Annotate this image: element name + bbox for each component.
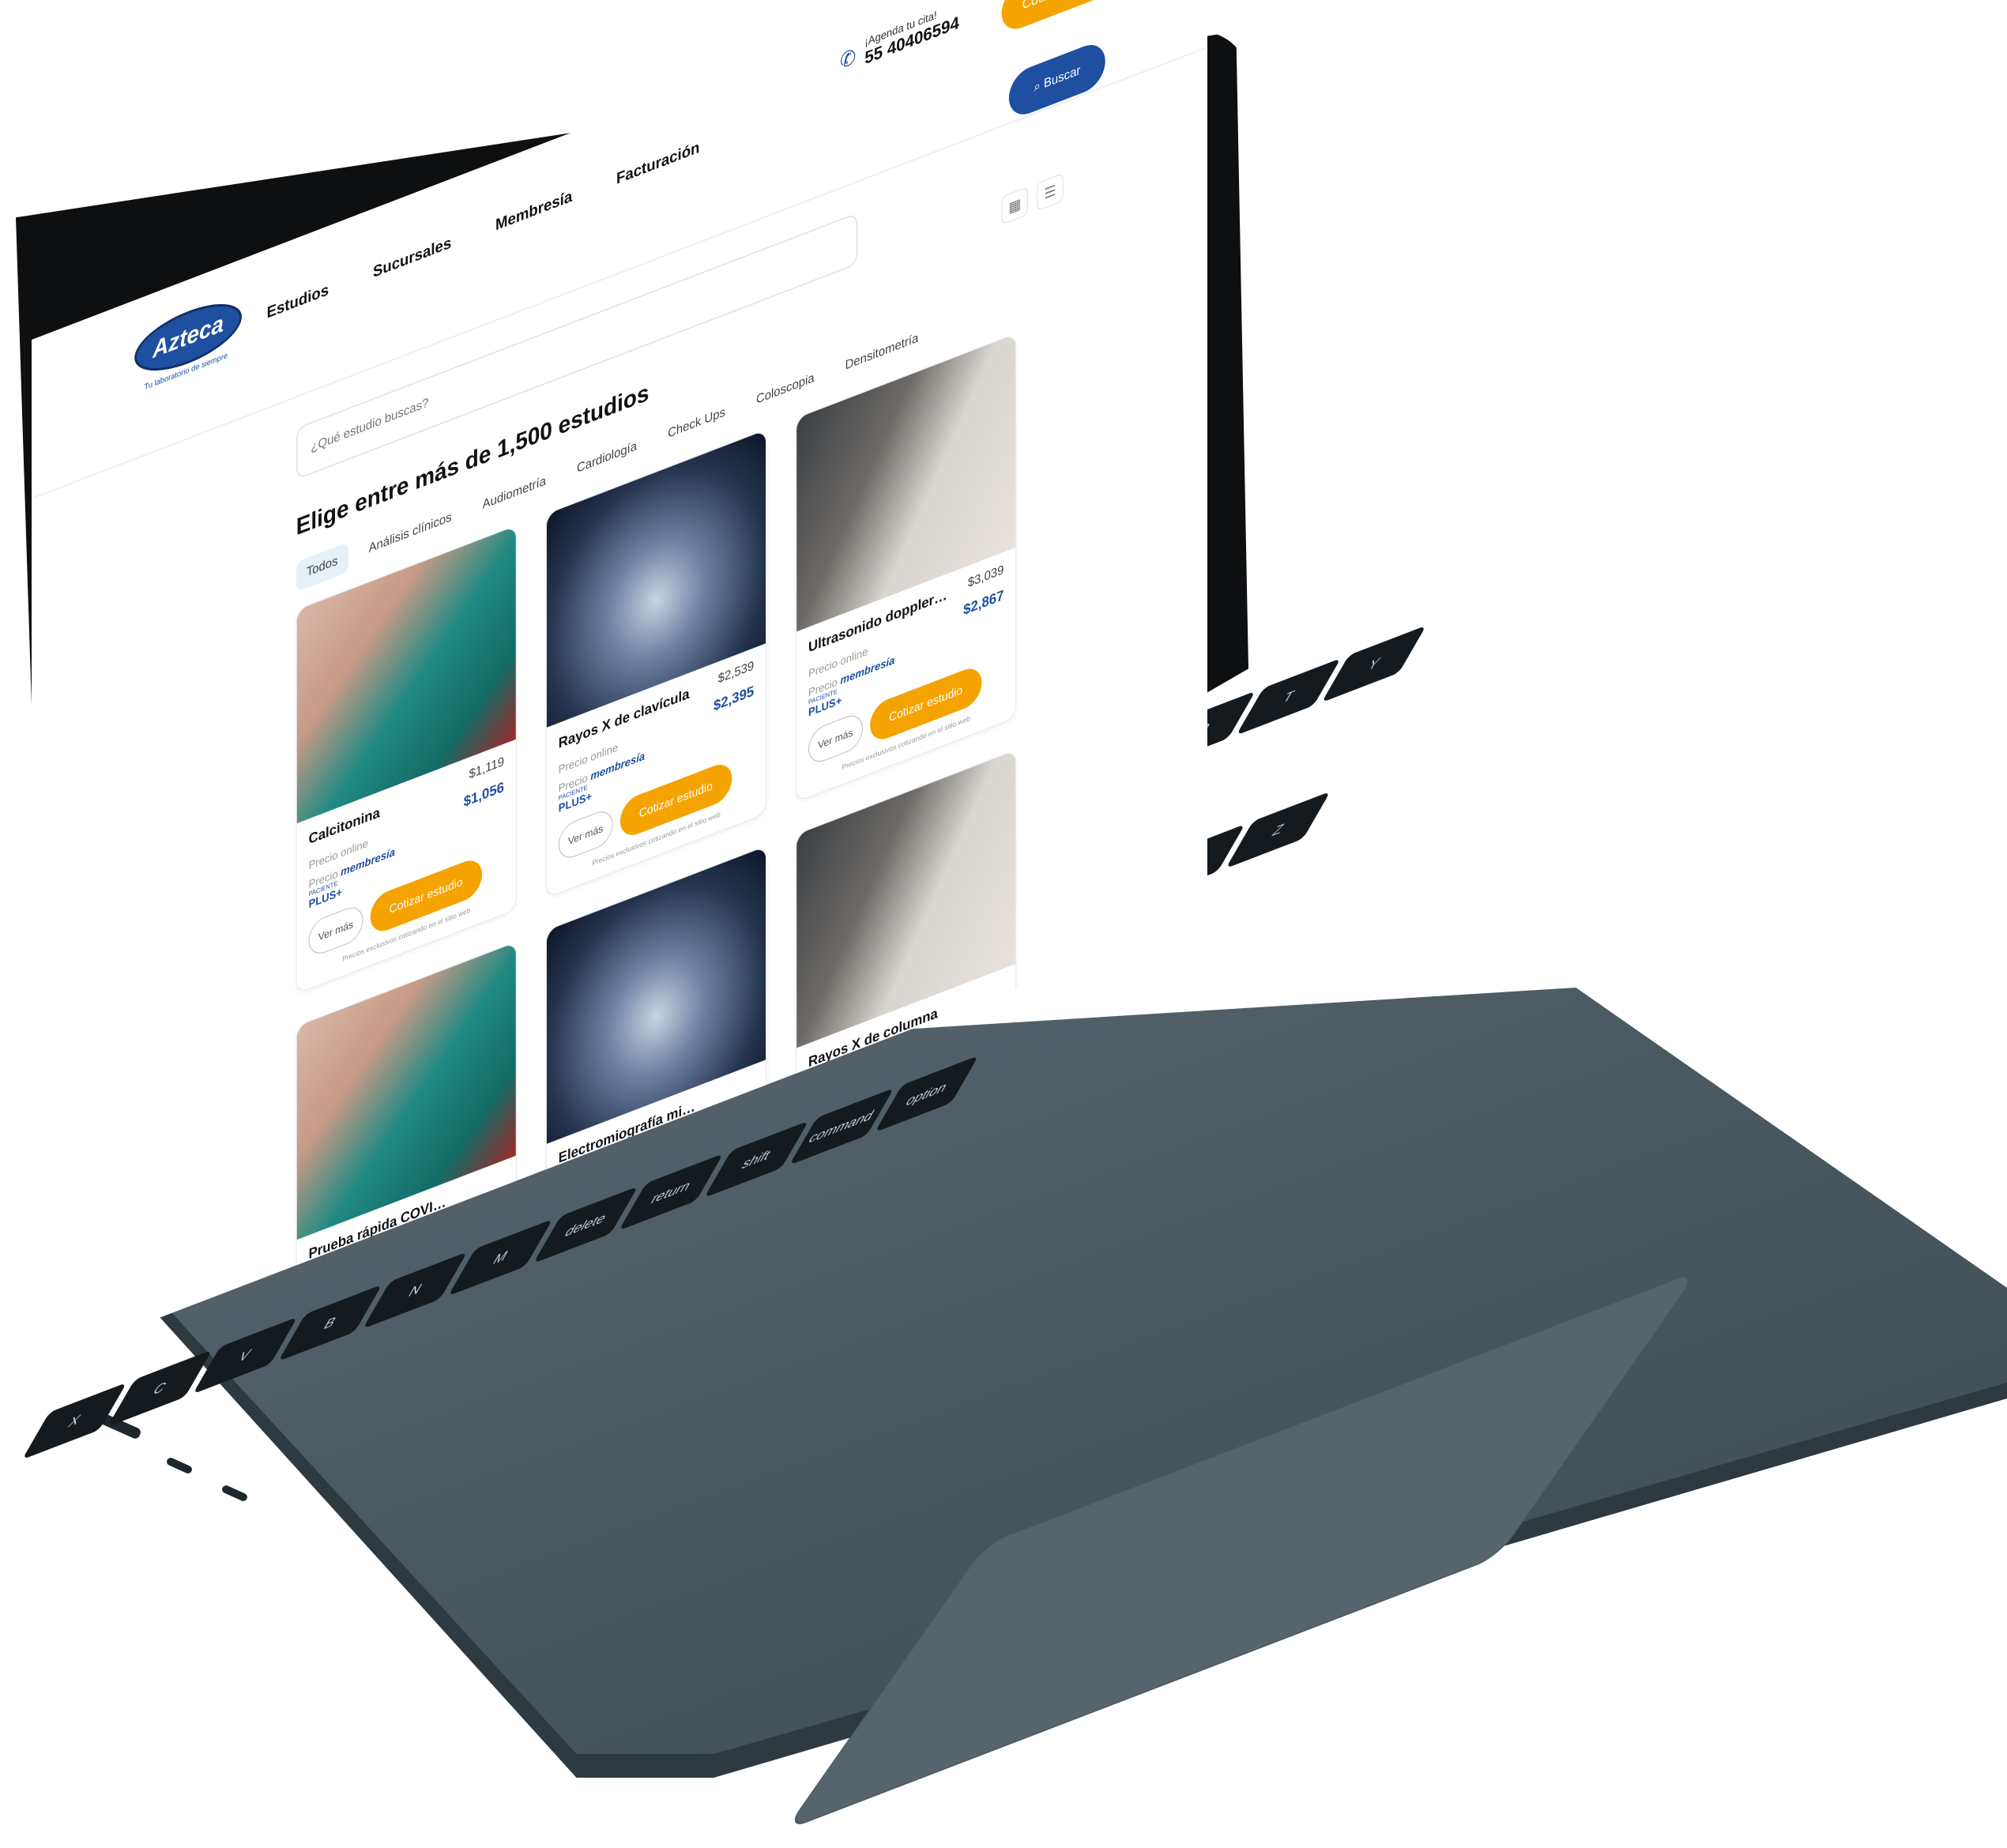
price-online: $1,119 [469,755,504,782]
view-toggle: ▦ ☰ [1001,172,1064,225]
filter-todos[interactable]: Todos [296,542,348,593]
main-nav: Estudios Sucursales Membresía Facturació… [267,138,700,322]
nav-sucursales[interactable]: Sucursales [373,234,451,282]
grid-view-icon[interactable]: ▦ [1001,186,1029,225]
nav-estudios[interactable]: Estudios [267,281,329,323]
study-card: Calcitonina $1,119 $1,056 Precio online … [296,525,517,995]
phone-icon: ✆ [840,43,857,73]
price-online: $2,539 [717,659,755,687]
study-card: Ultrasonido doppler venoso amb... $3,039… [796,333,1017,803]
usb-c-port [220,1484,249,1503]
price-online: $3,039 [967,563,1004,591]
study-card: Rayos X de clavícula $2,539 $2,395 Preci… [546,429,766,899]
nav-membresia[interactable]: Membresía [495,187,572,235]
brand-logo[interactable]: Azteca Tu laboratorio de siempre [134,290,242,392]
quote-button[interactable]: Cotizar estudio [1001,0,1127,36]
search-button[interactable]: ⌕ Buscar [1008,38,1105,122]
list-view-icon[interactable]: ☰ [1037,172,1064,212]
nav-facturacion[interactable]: Facturación [616,138,699,188]
search-button-label: Buscar [1043,63,1081,92]
phone-block[interactable]: ✆ ¡Agenda tu cita! 55 40406594 [840,0,959,78]
